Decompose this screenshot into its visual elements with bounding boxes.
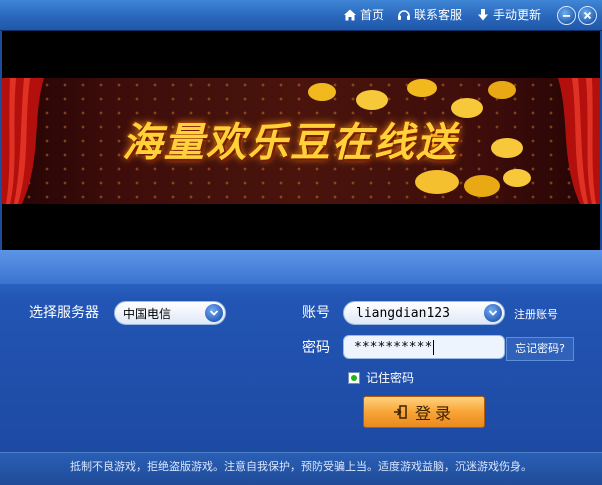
support-label: 联系客服 [414, 8, 463, 22]
password-label: 密码 [302, 340, 330, 356]
register-link[interactable]: 注册账号 [514, 306, 558, 322]
promo-banner[interactable]: 海量欢乐豆在线送 [2, 31, 600, 250]
chevron-down-icon [488, 310, 498, 316]
headset-icon [398, 10, 410, 20]
server-dropdown-button[interactable] [205, 304, 223, 322]
login-icon [393, 405, 407, 419]
support-link[interactable]: 联系客服 [397, 6, 462, 24]
banner-headline: 海量欢乐豆在线送 [122, 120, 458, 166]
login-label: 登录 [414, 404, 455, 423]
login-button[interactable]: 登录 [363, 396, 485, 428]
server-select[interactable]: 中国电信 [114, 301, 226, 325]
title-bar: 首页 联系客服 手动更新 [0, 0, 602, 31]
server-label: 选择服务器 [29, 305, 99, 321]
footer-notice: 抵制不良游戏，拒绝盗版游戏。注意自我保护，预防受骗上当。适度游戏益脑，沉迷游戏伤… [0, 452, 602, 485]
left-curtain-image [2, 78, 44, 204]
checkbox-check-mark [351, 375, 357, 381]
account-dropdown-button[interactable] [484, 304, 502, 322]
forgot-password-link[interactable]: 忘记密码? [506, 337, 574, 361]
account-value: liangdian123 [356, 305, 450, 321]
close-icon [583, 11, 592, 20]
account-label: 账号 [302, 305, 330, 321]
remember-password-checkbox[interactable] [348, 372, 360, 384]
right-curtain-image [558, 78, 600, 204]
minimize-button[interactable] [557, 6, 576, 25]
password-field[interactable]: ********** [343, 335, 505, 359]
home-link[interactable]: 首页 [343, 6, 384, 24]
home-label: 首页 [360, 8, 385, 22]
remember-password-label[interactable]: 记住密码 [366, 368, 414, 388]
update-label: 手动更新 [493, 8, 542, 22]
home-icon [344, 9, 356, 21]
text-caret [433, 339, 435, 355]
password-mask: ********** [354, 339, 433, 355]
server-value: 中国电信 [123, 306, 172, 321]
close-button[interactable] [578, 6, 597, 25]
update-link[interactable]: 手动更新 [476, 6, 541, 24]
minimize-icon [563, 15, 570, 17]
account-select[interactable]: liangdian123 [343, 301, 505, 325]
download-icon [478, 9, 488, 21]
panel-header-band [0, 250, 602, 284]
chevron-down-icon [209, 310, 219, 316]
